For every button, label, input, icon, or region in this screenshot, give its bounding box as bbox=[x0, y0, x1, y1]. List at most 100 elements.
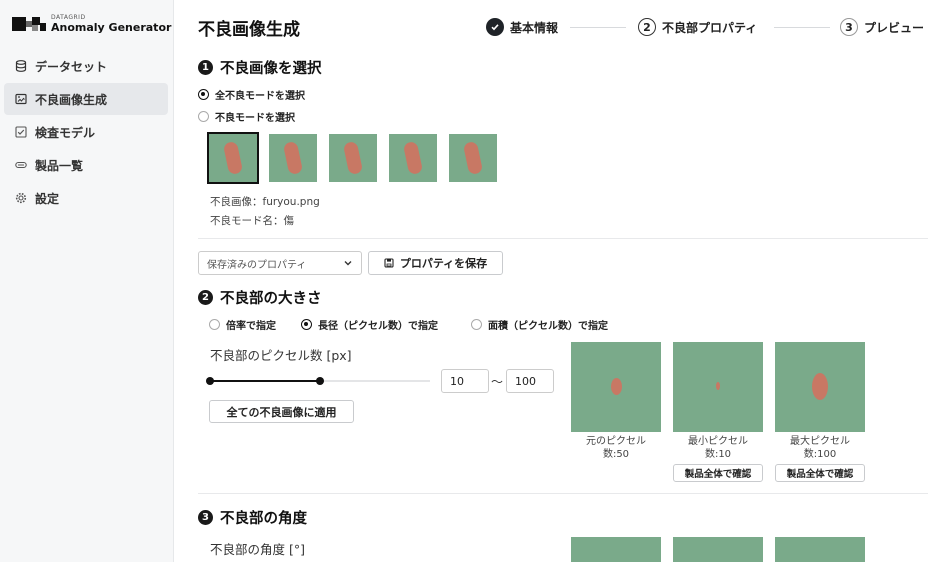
preview-min bbox=[673, 342, 763, 432]
sidebar-item-label: 不良画像生成 bbox=[35, 92, 108, 107]
radio-empty-icon bbox=[471, 319, 482, 330]
radio-label: 不良モードを選択 bbox=[215, 113, 295, 124]
button-label: 製品全体で確認 bbox=[786, 469, 854, 480]
radio-all-modes[interactable]: 全不良モードを選択 bbox=[198, 87, 305, 102]
slider-range-fill bbox=[210, 380, 320, 382]
apply-to-all-button[interactable]: 全ての不良画像に適用 bbox=[209, 400, 354, 423]
step-number: 3 bbox=[840, 18, 858, 36]
page-title: 不良画像生成 bbox=[198, 20, 300, 40]
preview-original bbox=[571, 342, 661, 432]
section-number-badge: 3 bbox=[198, 510, 213, 525]
database-icon bbox=[14, 59, 28, 73]
gear-icon bbox=[14, 191, 28, 205]
slider-max-handle[interactable] bbox=[316, 377, 324, 385]
step-preview[interactable]: 3 プレビュー bbox=[840, 18, 924, 36]
defect-image-thumbnails bbox=[207, 132, 509, 184]
preview-caption-max: 最大ピクセル 数:100 bbox=[770, 435, 870, 461]
sidebar-nav: データセット 不良画像生成 検査モデル 製品一覧 設定 bbox=[0, 50, 174, 215]
step-label: 不良部プロパティ bbox=[662, 20, 758, 35]
radio-size-by-length[interactable]: 長径（ピクセル数）で指定 bbox=[301, 317, 438, 332]
defect-thumbnail[interactable] bbox=[389, 134, 437, 182]
radio-empty-icon bbox=[209, 319, 220, 330]
caption-line: 最大ピクセル bbox=[790, 436, 850, 447]
section-divider bbox=[198, 238, 928, 239]
section-divider bbox=[198, 493, 928, 494]
sidebar: DATAGRID Anomaly Generator データセット 不良画像生成… bbox=[0, 0, 174, 562]
defect-mark bbox=[716, 382, 720, 390]
section-title-text: 不良部の角度 bbox=[220, 511, 307, 527]
check-whole-product-min-button[interactable]: 製品全体で確認 bbox=[673, 464, 763, 482]
angle-label: 不良部の角度 [°] bbox=[210, 542, 305, 557]
section-defect-angle-title: 3 不良部の角度 bbox=[198, 507, 307, 528]
radio-label: 全不良モードを選択 bbox=[215, 91, 305, 102]
slider-min-handle[interactable] bbox=[206, 377, 214, 385]
sidebar-item-anomaly-generation[interactable]: 不良画像生成 bbox=[4, 83, 168, 115]
button-label: プロパティを保存 bbox=[399, 257, 488, 270]
pixel-count-label: 不良部のピクセル数 [px] bbox=[210, 348, 352, 363]
step-label: プレビュー bbox=[864, 20, 925, 35]
min-pixel-input[interactable]: 10 bbox=[441, 369, 489, 393]
tag-icon bbox=[14, 158, 28, 172]
angle-preview bbox=[673, 537, 763, 562]
max-pixel-input[interactable]: 100 bbox=[506, 369, 554, 393]
step-connector bbox=[570, 27, 626, 28]
section-defect-size-title: 2 不良部の大きさ bbox=[198, 287, 322, 308]
defect-mark bbox=[611, 378, 622, 395]
radio-label: 長径（ピクセル数）で指定 bbox=[318, 321, 438, 332]
section-title-text: 不良画像を選択 bbox=[220, 61, 322, 77]
chevron-down-icon bbox=[343, 258, 353, 271]
save-icon bbox=[384, 258, 394, 268]
defect-mode-name: 不良モード名：傷 bbox=[210, 215, 294, 227]
sidebar-item-inspection-model[interactable]: 検査モデル bbox=[4, 116, 168, 148]
section-title-text: 不良部の大きさ bbox=[220, 291, 322, 307]
check-icon bbox=[486, 18, 504, 36]
preview-max bbox=[775, 342, 865, 432]
button-label: 製品全体で確認 bbox=[684, 469, 752, 480]
caption-line: 数:50 bbox=[602, 449, 630, 460]
defect-thumbnail[interactable] bbox=[207, 132, 259, 184]
defect-mark bbox=[812, 373, 828, 400]
radio-size-by-ratio[interactable]: 倍率で指定 bbox=[209, 317, 276, 332]
radio-empty-icon bbox=[198, 111, 209, 122]
checklist-icon bbox=[14, 125, 28, 139]
caption-line: 数:10 bbox=[704, 449, 732, 460]
preview-caption-min: 最小ピクセル 数:10 bbox=[668, 435, 768, 461]
step-defect-properties[interactable]: 2 不良部プロパティ bbox=[638, 18, 757, 36]
radio-size-by-area[interactable]: 面積（ピクセル数）で指定 bbox=[471, 317, 608, 332]
defect-thumbnail[interactable] bbox=[449, 134, 497, 182]
section-number-badge: 2 bbox=[198, 290, 213, 305]
radio-label: 面積（ピクセル数）で指定 bbox=[488, 321, 608, 332]
sidebar-item-products[interactable]: 製品一覧 bbox=[4, 149, 168, 181]
defect-image-filename: 不良画像：furyou.png bbox=[210, 196, 320, 208]
angle-preview bbox=[775, 537, 865, 562]
save-properties-button[interactable]: プロパティを保存 bbox=[368, 251, 503, 275]
defect-thumbnail[interactable] bbox=[329, 134, 377, 182]
section-select-image-title: 1 不良画像を選択 bbox=[198, 57, 322, 78]
caption-line: 数:100 bbox=[803, 449, 837, 460]
radio-selected-icon bbox=[301, 319, 312, 330]
step-connector bbox=[774, 27, 830, 28]
app-logo[interactable]: DATAGRID Anomaly Generator bbox=[12, 15, 171, 33]
sidebar-item-dataset[interactable]: データセット bbox=[4, 50, 168, 82]
select-value: 保存済みのプロパティ bbox=[207, 259, 307, 271]
defect-thumbnail[interactable] bbox=[269, 134, 317, 182]
step-number: 2 bbox=[638, 18, 656, 36]
sidebar-item-label: 検査モデル bbox=[35, 125, 96, 140]
range-separator: 〜 bbox=[491, 375, 504, 389]
caption-line: 元のピクセル bbox=[586, 436, 646, 447]
sidebar-item-label: 設定 bbox=[35, 191, 60, 206]
sidebar-item-label: データセット bbox=[35, 59, 108, 74]
radio-selected-icon bbox=[198, 89, 209, 100]
radio-select-mode[interactable]: 不良モードを選択 bbox=[198, 109, 295, 124]
step-label: 基本情報 bbox=[510, 20, 559, 35]
logo-mark-icon bbox=[12, 17, 46, 31]
step-basic-info[interactable]: 基本情報 bbox=[486, 18, 558, 36]
saved-properties-select[interactable]: 保存済みのプロパティ bbox=[198, 251, 362, 275]
pixel-range-slider[interactable] bbox=[206, 377, 430, 385]
section-number-badge: 1 bbox=[198, 60, 213, 75]
button-label: 全ての不良画像に適用 bbox=[226, 405, 337, 419]
radio-label: 倍率で指定 bbox=[226, 321, 276, 332]
sidebar-item-settings[interactable]: 設定 bbox=[4, 182, 168, 214]
check-whole-product-max-button[interactable]: 製品全体で確認 bbox=[775, 464, 865, 482]
sidebar-item-label: 製品一覧 bbox=[35, 158, 84, 173]
